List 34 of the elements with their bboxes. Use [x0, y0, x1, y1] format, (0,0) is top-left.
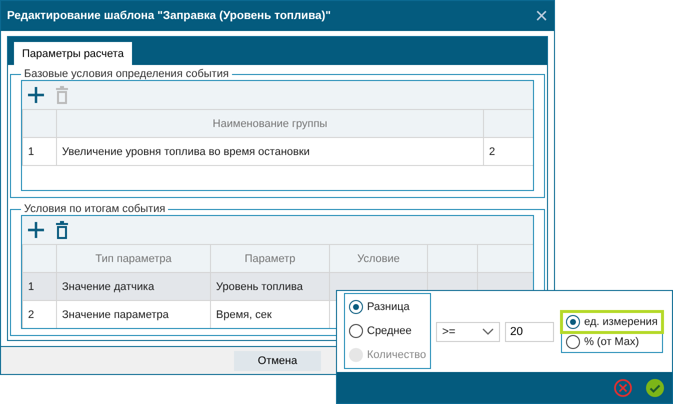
- table-cell: Увеличение уровня топлива во время остановки: [56, 137, 483, 165]
- table-cell: Уровень топлива: [210, 272, 329, 300]
- table-cell: 2: [483, 137, 533, 165]
- section-legend: Базовые условия определения события: [21, 68, 232, 80]
- table-cell: Значение датчика: [56, 272, 210, 300]
- section-legend: Условия по итогам события: [21, 203, 168, 215]
- table-cell: 1: [22, 137, 56, 165]
- column-header: Параметр: [210, 244, 329, 272]
- value-field[interactable]: 20: [505, 322, 554, 342]
- close-button[interactable]: ×: [535, 5, 548, 27]
- radio-option[interactable]: Среднее: [349, 321, 426, 341]
- table-cell: 2: [22, 300, 56, 328]
- table-cell: Значение параметра: [56, 300, 210, 328]
- radio-button[interactable]: [566, 334, 580, 348]
- add-icon[interactable]: [27, 221, 45, 239]
- confirm-icon[interactable]: [645, 378, 665, 398]
- cancel-button[interactable]: Отмена: [234, 350, 322, 370]
- radio-button[interactable]: [566, 314, 580, 328]
- radio-button[interactable]: [349, 300, 363, 314]
- window-title: Редактирование шаблона "Заправка (Уровень топлива)": [7, 10, 331, 22]
- chevron-down-icon: [482, 328, 494, 336]
- radio-option[interactable]: ед. измерения: [562, 312, 662, 332]
- tab[interactable]: Параметры расчета: [14, 42, 132, 65]
- delete-icon[interactable]: [55, 221, 69, 239]
- column-header: Условие: [329, 244, 427, 272]
- table-cell: Время, сек: [210, 300, 329, 328]
- column-header: Тип параметра: [56, 244, 210, 272]
- add-icon[interactable]: [27, 86, 45, 104]
- radio-option[interactable]: % (от Max): [562, 332, 662, 352]
- radio-option[interactable]: Разница: [349, 297, 426, 317]
- radio-button[interactable]: [349, 324, 363, 338]
- table-cell: 1: [22, 272, 56, 300]
- operator-dropdown[interactable]: >=: [436, 322, 500, 342]
- column-header: Наименование группы: [56, 109, 483, 137]
